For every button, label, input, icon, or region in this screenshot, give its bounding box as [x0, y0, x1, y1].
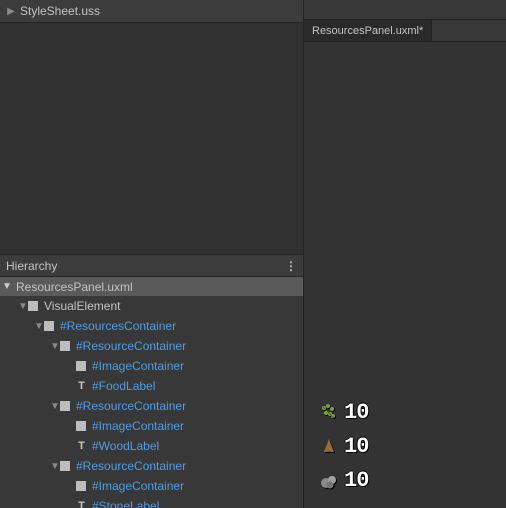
visualelement-icon: [76, 361, 86, 371]
expand-icon[interactable]: ▼: [50, 341, 60, 352]
tree-row-label: #ImageContainer: [92, 479, 184, 493]
tree-row-label: VisualElement: [44, 299, 121, 313]
tree-row-label: #ResourceContainer: [76, 339, 186, 353]
resource-food: 10: [318, 398, 368, 426]
tree-row-label: #ImageContainer: [92, 419, 184, 433]
resource-stone: 10: [318, 466, 368, 494]
hierarchy-tree: ▼ ResourcesPanel.uxml ▼VisualElement▼#Re…: [0, 277, 303, 508]
textlabel-icon: T: [76, 501, 87, 508]
tree-row-label: #ResourceContainer: [76, 459, 186, 473]
tree-row[interactable]: ▼T#WoodLabel: [0, 436, 303, 456]
tree-row[interactable]: ▼#ImageContainer: [0, 356, 303, 376]
stylesheet-expand-icon[interactable]: ▶: [6, 6, 16, 17]
left-column: ▶ StyleSheet.uss Hierarchy ⋮ ▼ Resources…: [0, 0, 304, 508]
tree-row-label: #WoodLabel: [92, 439, 159, 453]
stone-icon: [318, 469, 340, 491]
stone-value: 10: [344, 468, 368, 493]
tree-row[interactable]: ▼#ImageContainer: [0, 416, 303, 436]
visualelement-icon: [60, 341, 70, 351]
tree-row-label: #ResourcesContainer: [60, 319, 176, 333]
stylesheet-bar[interactable]: ▶ StyleSheet.uss: [0, 0, 303, 23]
textlabel-icon: T: [76, 441, 87, 452]
tree-row-label: #ResourceContainer: [76, 399, 186, 413]
tree-row[interactable]: ▼#ImageContainer: [0, 476, 303, 496]
right-column: ResourcesPanel.uxml* 10: [304, 0, 506, 508]
tab-bar: ResourcesPanel.uxml*: [304, 20, 506, 42]
resources-container: 10 10 10: [318, 398, 368, 494]
tree-row-label: #ImageContainer: [92, 359, 184, 373]
tree-row[interactable]: ▼T#FoodLabel: [0, 376, 303, 396]
visualelement-icon: [60, 461, 70, 471]
visualelement-icon: [28, 301, 38, 311]
tree-row[interactable]: ▼ VisualElement: [0, 296, 303, 316]
tree-row-label: #FoodLabel: [92, 379, 155, 393]
tree-row[interactable]: ▼ #ResourcesContainer: [0, 316, 303, 336]
hierarchy-header: Hierarchy ⋮: [0, 255, 303, 277]
tree-row[interactable]: ▼ #ResourceContainer: [0, 336, 303, 356]
wood-value: 10: [344, 434, 368, 459]
visualelement-icon: [60, 401, 70, 411]
expand-icon[interactable]: ▼: [50, 461, 60, 472]
visualelement-icon: [76, 421, 86, 431]
wood-icon: [318, 435, 340, 457]
preview-canvas: 10 10 10: [304, 42, 506, 508]
food-icon: [318, 401, 340, 423]
stylesheet-preview-area: [0, 23, 303, 255]
expand-icon[interactable]: ▼: [50, 401, 60, 412]
tab-resources-panel[interactable]: ResourcesPanel.uxml*: [304, 20, 432, 41]
tree-row-label: #StoneLabel: [92, 499, 159, 508]
resource-wood: 10: [318, 432, 368, 460]
tree-root-expand-icon[interactable]: ▼: [2, 281, 12, 292]
hierarchy-title: Hierarchy: [6, 259, 57, 273]
more-icon[interactable]: ⋮: [285, 259, 297, 273]
expand-icon[interactable]: ▼: [18, 301, 28, 312]
tree-root-row[interactable]: ▼ ResourcesPanel.uxml: [0, 277, 303, 296]
tree-row[interactable]: ▼ #ResourceContainer: [0, 396, 303, 416]
visualelement-icon: [44, 321, 54, 331]
textlabel-icon: T: [76, 381, 87, 392]
food-value: 10: [344, 400, 368, 425]
right-top-strip: [304, 0, 506, 20]
expand-icon[interactable]: ▼: [34, 321, 44, 332]
tab-label: ResourcesPanel.uxml*: [312, 25, 423, 37]
tree-root-label: ResourcesPanel.uxml: [16, 280, 133, 294]
tree-row[interactable]: ▼ #ResourceContainer: [0, 456, 303, 476]
tree-row[interactable]: ▼T#StoneLabel: [0, 496, 303, 508]
visualelement-icon: [76, 481, 86, 491]
stylesheet-title: StyleSheet.uss: [20, 4, 100, 18]
